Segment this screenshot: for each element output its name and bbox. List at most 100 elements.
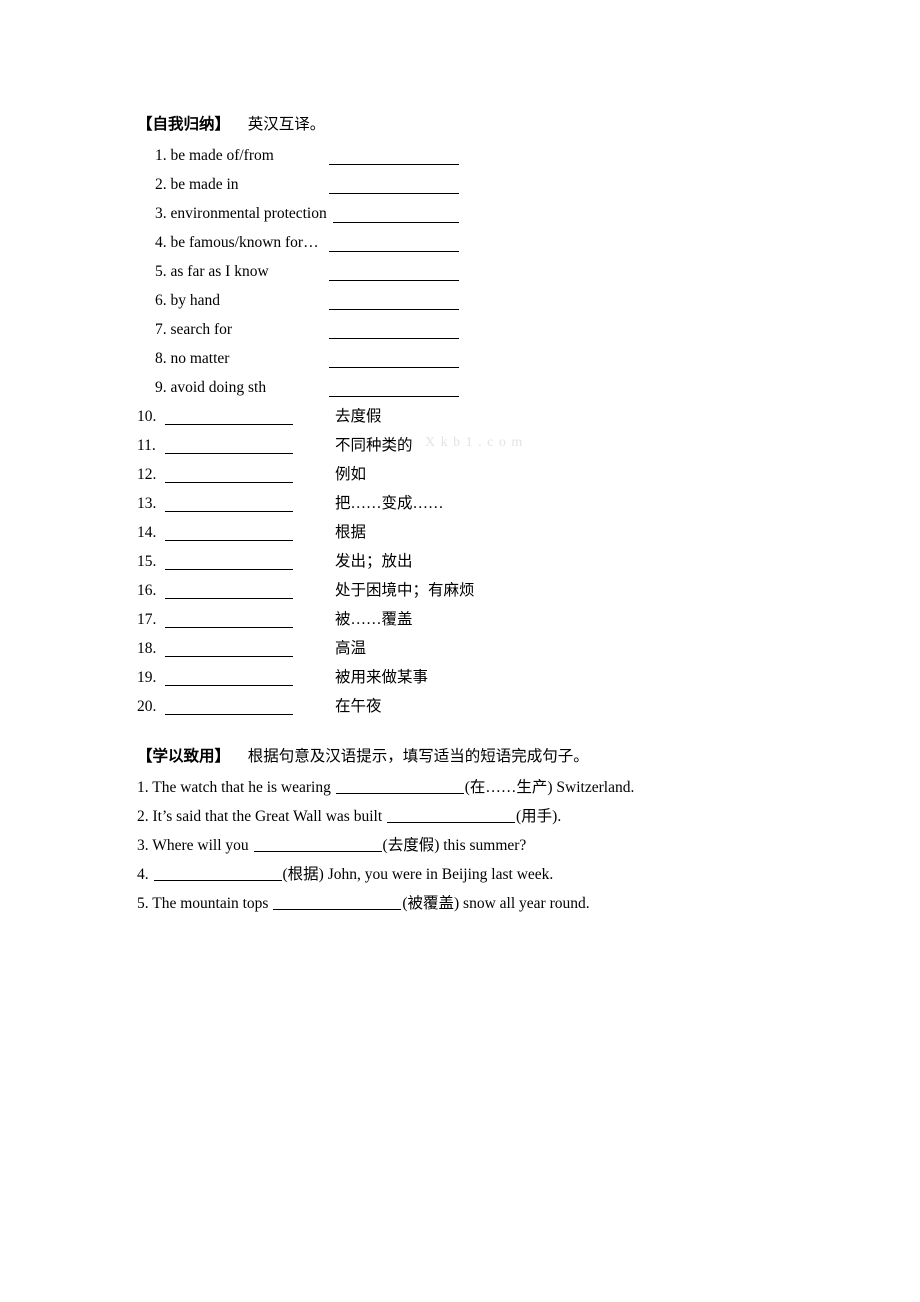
sentence-5-after: (被覆盖) snow all year round. — [402, 895, 590, 912]
section-b-heading: 【学以致用】 根据句意及汉语提示，填写适当的短语完成句子。 — [137, 747, 589, 767]
section-b-description: 根据句意及汉语提示，填写适当的短语完成句子。 — [247, 748, 589, 765]
item-10-answer-blank[interactable] — [165, 424, 293, 425]
item-5-number: 5. — [155, 263, 167, 280]
sentence-5-answer-blank[interactable] — [273, 895, 402, 910]
section-a-description: 英汉互译。 — [247, 116, 326, 133]
translation-item-4: 4. be famous/known for… — [155, 233, 459, 253]
translation-item-7: 7. search for — [155, 320, 459, 340]
item-4-term: be famous/known for… — [170, 234, 319, 251]
item-12-answer-blank[interactable] — [165, 482, 293, 483]
item-1-term: be made of/from — [170, 147, 274, 164]
sentence-4-number: 4. — [137, 866, 149, 883]
sentence-1-after: (在……生产) Switzerland. — [464, 779, 635, 796]
item-18-answer-blank[interactable] — [165, 656, 293, 657]
sentence-5-number: 5. — [137, 895, 149, 912]
section-b-tag: 【学以致用】 — [137, 748, 231, 765]
item-17-gloss: 被……覆盖 — [335, 611, 413, 628]
item-5-term: as far as I know — [170, 263, 269, 280]
item-6-number: 6. — [155, 292, 167, 309]
item-10-number: 10. — [137, 408, 157, 425]
translation-item-1: 1. be made of/from — [155, 146, 459, 166]
item-14-answer-blank[interactable] — [165, 540, 293, 541]
item-6-term: by hand — [170, 292, 221, 309]
item-8-term: no matter — [170, 350, 230, 367]
item-2-number: 2. — [155, 176, 167, 193]
item-10-gloss: 去度假 — [335, 408, 382, 425]
item-15-gloss: 发出；放出 — [335, 553, 413, 570]
item-19-answer-blank[interactable] — [165, 685, 293, 686]
section-a-heading: 【自我归纳】 英汉互译。 — [137, 115, 325, 135]
sentence-1-number: 1. — [137, 779, 149, 796]
sentence-1-answer-blank[interactable] — [335, 779, 464, 794]
sentence-item-2: 2. It’s said that the Great Wall was bui… — [137, 807, 561, 827]
item-15-number: 15. — [137, 553, 157, 570]
translation-item-6: 6. by hand — [155, 291, 459, 311]
sentence-2-answer-blank[interactable] — [387, 808, 515, 823]
item-13-number: 13. — [137, 495, 157, 512]
sentence-3-before: Where will you — [152, 837, 253, 854]
sentence-4-after: (根据) John, you were in Beijing last week… — [282, 866, 554, 883]
item-18-number: 18. — [137, 640, 157, 657]
item-7-answer-blank[interactable] — [328, 338, 459, 339]
sentence-3-answer-blank[interactable] — [253, 837, 382, 852]
item-17-answer-blank[interactable] — [165, 627, 293, 628]
item-9-number: 9. — [155, 379, 167, 396]
item-13-gloss: 把……变成…… — [335, 495, 444, 512]
item-9-answer-blank[interactable] — [328, 396, 459, 397]
item-2-term: be made in — [170, 176, 239, 193]
item-14-number: 14. — [137, 524, 157, 541]
item-1-number: 1. — [155, 147, 167, 164]
item-6-answer-blank[interactable] — [328, 309, 459, 310]
sentence-3-number: 3. — [137, 837, 149, 854]
item-16-answer-blank[interactable] — [165, 598, 293, 599]
translation-item-2: 2. be made in — [155, 175, 459, 195]
sentence-3-after: (去度假) this summer? — [382, 837, 527, 854]
item-3-term: environmental protection — [170, 205, 327, 222]
item-15-answer-blank[interactable] — [165, 569, 293, 570]
translation-item-8: 8. no matter — [155, 349, 459, 369]
item-9-term: avoid doing sth — [170, 379, 267, 396]
item-2-answer-blank[interactable] — [328, 193, 459, 194]
sentence-item-5: 5. The mountain tops (被覆盖) snow all year… — [137, 894, 590, 914]
item-20-answer-blank[interactable] — [165, 714, 293, 715]
translation-item-5: 5. as far as I know — [155, 262, 459, 282]
item-11-number: 11. — [137, 437, 156, 454]
item-11-answer-blank[interactable] — [165, 453, 293, 454]
item-7-term: search for — [170, 321, 233, 338]
item-8-number: 8. — [155, 350, 167, 367]
sentence-item-4: 4. (根据) John, you were in Beijing last w… — [137, 865, 553, 885]
item-7-number: 7. — [155, 321, 167, 338]
item-12-number: 12. — [137, 466, 157, 483]
worksheet-page: 【自我归纳】 英汉互译。 1. be made of/from 2. be ma… — [0, 0, 920, 1302]
item-3-answer-blank[interactable] — [332, 222, 459, 223]
item-4-number: 4. — [155, 234, 167, 251]
item-11-gloss: 不同种类的 — [335, 437, 413, 454]
item-3-number: 3. — [155, 205, 167, 222]
sentence-2-before: It’s said that the Great Wall was built — [152, 808, 386, 825]
item-12-gloss: 例如 — [335, 466, 367, 483]
sentence-item-3: 3. Where will you (去度假) this summer? — [137, 836, 526, 856]
sentence-2-after: (用手). — [516, 808, 562, 825]
item-20-gloss: 在午夜 — [335, 698, 382, 715]
translation-item-3: 3. environmental protection — [155, 204, 459, 224]
item-19-gloss: 被用来做某事 — [335, 669, 429, 686]
item-5-answer-blank[interactable] — [328, 280, 459, 281]
item-19-number: 19. — [137, 669, 157, 686]
item-13-answer-blank[interactable] — [165, 511, 293, 512]
sentence-5-before: The mountain tops — [152, 895, 273, 912]
site-watermark: Xkb1.com — [425, 435, 528, 450]
item-18-gloss: 高温 — [335, 640, 367, 657]
item-16-number: 16. — [137, 582, 157, 599]
sentence-2-number: 2. — [137, 808, 149, 825]
sentence-4-answer-blank[interactable] — [153, 866, 282, 881]
sentence-1-before: The watch that he is wearing — [152, 779, 335, 796]
item-16-gloss: 处于困境中；有麻烦 — [335, 582, 475, 599]
item-4-answer-blank[interactable] — [328, 251, 459, 252]
item-17-number: 17. — [137, 611, 157, 628]
item-8-answer-blank[interactable] — [328, 367, 459, 368]
sentence-item-1: 1. The watch that he is wearing (在……生产) … — [137, 778, 634, 798]
section-a-tag: 【自我归纳】 — [137, 116, 231, 133]
item-14-gloss: 根据 — [335, 524, 367, 541]
item-20-number: 20. — [137, 698, 157, 715]
item-1-answer-blank[interactable] — [328, 164, 459, 165]
